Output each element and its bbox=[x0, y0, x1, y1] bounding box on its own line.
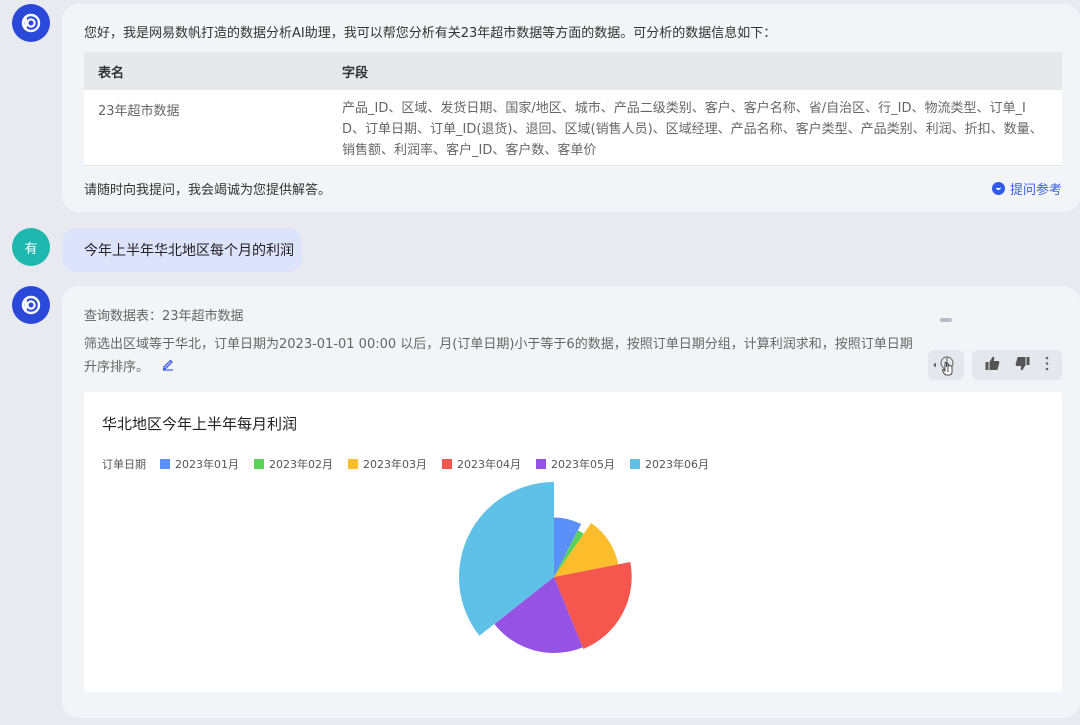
query-table-text: 查询数据表：23年超市数据 bbox=[84, 309, 244, 324]
edit-icon[interactable] bbox=[161, 356, 175, 379]
user-message: 今年上半年华北地区每个月的利润 bbox=[62, 228, 302, 272]
assistant-greeting-message: 您好，我是网易数帆打造的数据分析AI助理，我可以帮您分析有关23年超市数据等方面… bbox=[62, 4, 1080, 212]
pie-chart bbox=[458, 482, 632, 653]
smile-icon bbox=[991, 182, 1005, 195]
table-fields-cell: 产品_ID、区域、发货日期、国家/地区、城市、产品二级类别、客户、客户名称、省/… bbox=[342, 101, 1043, 158]
assistant-answer-message: 查询数据表：23年超市数据 筛选出区域等于华北，订单日期为2023-01-01 … bbox=[62, 286, 1080, 718]
user-avatar: 有 bbox=[12, 228, 50, 266]
thumbs-up-icon bbox=[985, 356, 1000, 370]
thumbs-up-button[interactable] bbox=[984, 355, 1001, 376]
minimize-handle[interactable] bbox=[940, 318, 952, 322]
table-name-cell: 23年超市数据 bbox=[98, 104, 180, 119]
table-header: 表名 字段 bbox=[84, 52, 1062, 90]
question-reference-link[interactable]: 提问参考 bbox=[991, 179, 1062, 198]
thumbs-down-icon bbox=[1015, 356, 1030, 370]
query-description-text: 筛选出区域等于华北，订单日期为2023-01-01 00:00 以后，月(订单日… bbox=[84, 337, 913, 375]
brand-logo-icon bbox=[21, 13, 41, 33]
data-table: 表名 字段 23年超市数据 产品_ID、区域、发货日期、国家/地区、城市、产品二… bbox=[84, 52, 1062, 166]
greeting-outro: 请随时向我提问，我会竭诚为您提供解答。 bbox=[84, 183, 332, 198]
question-reference-label: 提问参考 bbox=[1009, 183, 1062, 198]
bot-avatar bbox=[12, 4, 50, 42]
greeting-intro: 您好，我是网易数帆打造的数据分析AI助理，我可以帮您分析有关23年超市数据等方面… bbox=[84, 26, 777, 41]
view-toggle-icon bbox=[933, 356, 954, 376]
more-options-button[interactable] bbox=[1044, 355, 1050, 376]
table-header-name: 表名 bbox=[98, 65, 125, 81]
thumbs-down-button[interactable] bbox=[1014, 355, 1031, 376]
brand-logo-icon bbox=[21, 295, 41, 315]
chart-card: 华北地区今年上半年每月利润 订单日期 2023年01月 2023年02月 2023年… bbox=[84, 392, 1062, 692]
query-description: 筛选出区域等于华北，订单日期为2023-01-01 00:00 以后，月(订单日… bbox=[84, 333, 914, 379]
more-icon bbox=[1045, 356, 1048, 370]
table-row: 23年超市数据 产品_ID、区域、发货日期、国家/地区、城市、产品二级类别、客户… bbox=[84, 90, 1062, 166]
view-toggle-button[interactable] bbox=[928, 350, 964, 380]
bot-avatar bbox=[12, 286, 50, 324]
feedback-toolbar bbox=[972, 350, 1062, 380]
table-header-fields: 字段 bbox=[342, 65, 369, 81]
